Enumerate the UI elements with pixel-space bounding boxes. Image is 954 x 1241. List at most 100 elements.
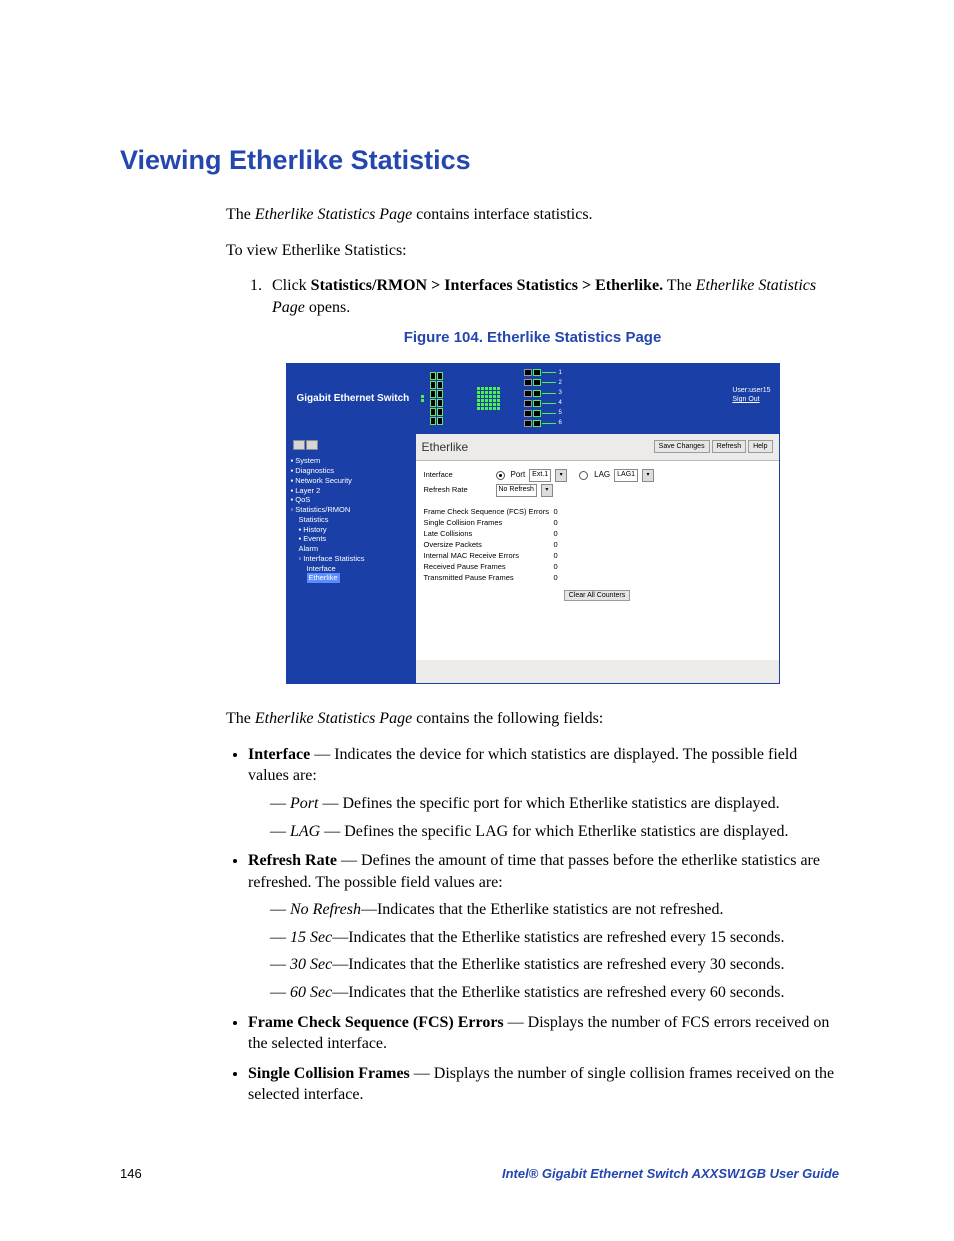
value-desc: — Defines the specific port for which Et… [318,795,779,812]
clear-all-counters-button[interactable]: Clear All Counters [564,590,630,601]
value-name: 15 Sec [290,929,332,946]
value-name: 60 Sec [290,984,332,1001]
stat-val: 0 [554,507,574,517]
device-title: Gigabit Ethernet Switch [287,392,417,406]
chevron-down-icon[interactable]: ▾ [541,484,553,497]
tree-item-history[interactable]: ▪ History [299,525,411,535]
tree-label: Diagnostics [295,466,334,475]
stat-row: Oversize Packets0 [424,540,771,550]
port-grid-left [430,372,443,425]
sub-no-refresh: No Refresh—Indicates that the Etherlike … [270,899,839,921]
steps-list: Click Statistics/RMON > Interfaces Stati… [226,275,839,318]
sign-out-link[interactable]: Sign Out [732,395,770,404]
lag-select[interactable]: LAG1 [614,469,638,482]
text: opens. [305,299,350,316]
text: contains interface statistics. [412,206,592,223]
field-refresh-rate: Refresh Rate — Defines the amount of tim… [248,850,839,1004]
tree-item-events[interactable]: ▪ Events [299,534,411,544]
refresh-button[interactable]: Refresh [712,440,747,453]
value-desc: —Indicates that the Etherlike statistics… [361,901,724,918]
value-desc: —Indicates that the Etherlike statistics… [332,956,784,973]
content-pane: Etherlike Save Changes Refresh Help Inte… [416,434,779,684]
stat-row: Single Collision Frames0 [424,518,771,528]
save-changes-button[interactable]: Save Changes [654,440,710,453]
led-block [421,395,424,402]
refresh-rate-label: Refresh Rate [424,485,492,495]
tree-icon[interactable] [293,440,305,450]
stat-key: Frame Check Sequence (FCS) Errors [424,507,554,517]
tree-icon[interactable] [306,440,318,450]
menu-path: Statistics/RMON > Interfaces Statistics … [311,277,663,294]
field-single-collision: Single Collision Frames — Displays the n… [248,1063,839,1106]
field-desc: — Indicates the device for which statist… [248,746,797,785]
tree-label: Events [303,534,326,543]
lag-radio-label: LAG [594,470,610,481]
tree-item-qos[interactable]: ▪ QoS [291,495,411,505]
plug-grid: 1 2 3 4 5 6 [524,369,563,429]
page-number: 146 [120,1166,142,1181]
intro-paragraph-2: To view Etherlike Statistics: [226,240,839,262]
chevron-down-icon[interactable]: ▾ [642,469,654,482]
stat-key: Late Collisions [424,529,554,539]
tree-item-system[interactable]: ▪ System [291,456,411,466]
field-name: Refresh Rate [248,852,337,869]
tree-label: Layer 2 [295,486,320,495]
nav-tree: ▪ System ▪ Diagnostics ▪ Network Securit… [287,434,416,684]
stat-row: Received Pause Frames0 [424,562,771,572]
refresh-rate-row: Refresh Rate No Refresh ▾ [424,484,771,497]
tree-item-interface[interactable]: Interface [307,564,411,574]
step-1: Click Statistics/RMON > Interfaces Stati… [266,275,839,318]
banner: Gigabit Ethernet Switch [287,364,779,434]
text: The [226,710,255,727]
page-title: Etherlike [422,439,469,455]
stat-val: 0 [554,518,574,528]
user-label: User:user15 [732,386,770,395]
tree-label: QoS [295,495,310,504]
value-name: LAG [290,823,320,840]
field-list: Interface — Indicates the device for whi… [248,744,839,1106]
interface-label: Interface [424,470,492,480]
stat-key: Transmitted Pause Frames [424,573,554,583]
tree-label: History [303,525,326,534]
page-name: Etherlike Statistics Page [255,710,412,727]
tree-label: Statistics/RMON [295,505,350,514]
stat-key: Single Collision Frames [424,518,554,528]
tree-item-interface-statistics[interactable]: ▫ Interface Statistics [299,554,411,564]
sub-lag: LAG — Defines the specific LAG for which… [270,821,839,843]
stat-val: 0 [554,540,574,550]
port-radio-label: Port [511,470,526,481]
tree-item-alarm[interactable]: Alarm [299,544,411,554]
tree-item-etherlike[interactable]: Etherlike [307,573,411,583]
tree-item-stats-rmon[interactable]: ▫ Statistics/RMON [291,505,411,515]
tree-item-statistics[interactable]: Statistics [299,515,411,525]
field-fcs: Frame Check Sequence (FCS) Errors — Disp… [248,1012,839,1055]
tree-item-diagnostics[interactable]: ▪ Diagnostics [291,466,411,476]
stat-val: 0 [554,573,574,583]
text: The [663,277,696,294]
content-header: Etherlike Save Changes Refresh Help [416,434,779,461]
figure-caption: Figure 104. Etherlike Statistics Page [226,328,839,348]
port-select[interactable]: Ext.1 [529,469,551,482]
field-name: Frame Check Sequence (FCS) Errors [248,1014,504,1031]
stat-row: Transmitted Pause Frames0 [424,573,771,583]
value-desc: —Indicates that the Etherlike statistics… [332,929,784,946]
section-heading: Viewing Etherlike Statistics [120,145,839,176]
refresh-rate-select[interactable]: No Refresh [496,484,537,497]
port-grid-center [477,387,500,410]
value-name: Port [290,795,318,812]
field-name: Single Collision Frames [248,1065,410,1082]
tree-item-network-security[interactable]: ▪ Network Security [291,476,411,486]
value-desc: —Indicates that the Etherlike statistics… [332,984,784,1001]
help-button[interactable]: Help [748,440,772,453]
port-radio[interactable] [496,471,505,480]
figure-etherlike-screenshot: Gigabit Ethernet Switch [286,363,780,685]
stat-key: Oversize Packets [424,540,554,550]
interface-row: Interface Port Ext.1 ▾ LAG LAG1 ▾ [424,469,771,482]
tree-item-layer2[interactable]: ▪ Layer 2 [291,486,411,496]
lag-radio[interactable] [579,471,588,480]
stat-row: Internal MAC Receive Errors0 [424,551,771,561]
sub-60sec: 60 Sec—Indicates that the Etherlike stat… [270,982,839,1004]
page-footer: 146 Intel® Gigabit Ethernet Switch AXXSW… [120,1166,839,1181]
chevron-down-icon[interactable]: ▾ [555,469,567,482]
stat-val: 0 [554,562,574,572]
